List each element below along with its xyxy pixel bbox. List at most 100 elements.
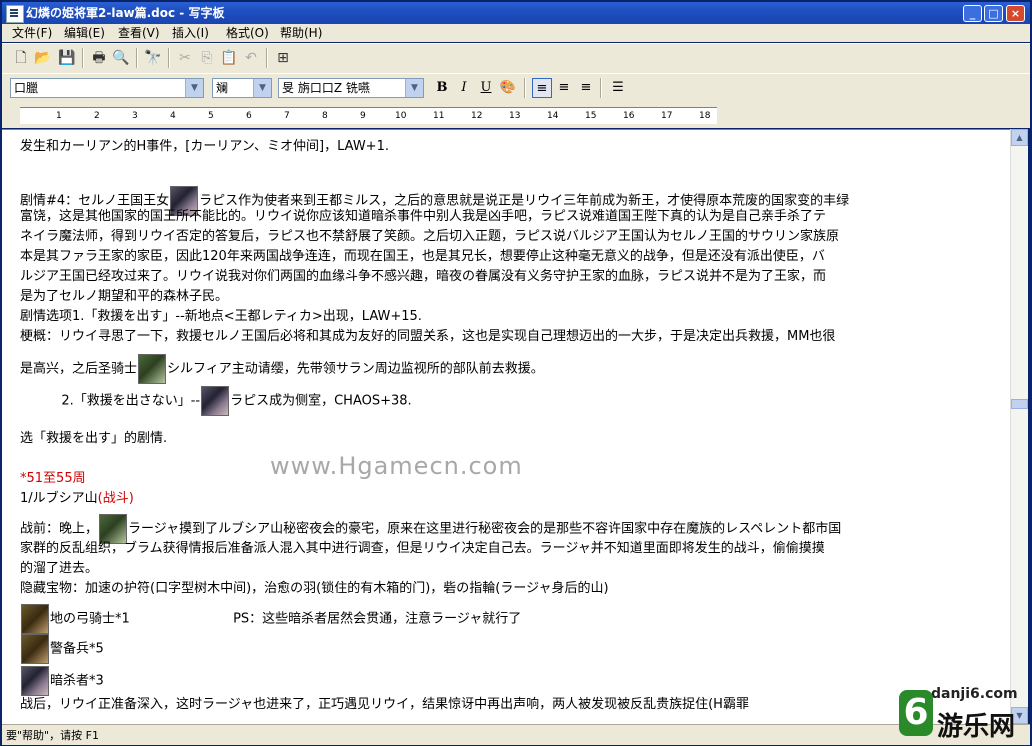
script-select[interactable]: 旻 旃口口Z 铣嚥 ▼ xyxy=(278,78,424,98)
line-text: 是高兴，之后圣骑士 xyxy=(20,361,138,377)
new-icon[interactable]: 🗋 xyxy=(10,47,32,69)
paste-icon[interactable]: 📋 xyxy=(218,47,240,69)
ruler-tick: 6 xyxy=(246,111,252,121)
menu-insert[interactable]: 插入(I) xyxy=(168,24,213,42)
doc-line: ルジア王国已经攻过来了。リウイ说我对你们两国的血缘斗争不感兴趣，暗夜の眷属没有义… xyxy=(20,269,827,284)
ruler-tick: 10 xyxy=(395,111,407,121)
watermark: www.Hgamecn.com xyxy=(270,452,523,480)
doc-line: 家群的反乱组织，ブラム获得情报后准备派人混入其中进行调查，但是リウイ决定自己去。… xyxy=(20,541,825,556)
doc-line: 警备兵*5 xyxy=(20,634,104,664)
ruler-tick: 5 xyxy=(208,111,214,121)
line-text: ラピス成为侧室，CHAOS+38. xyxy=(230,393,412,409)
size-value: 斓 xyxy=(216,81,229,95)
character-portrait-icon xyxy=(21,666,49,696)
doc-line: 选「救援を出す」的剧情. xyxy=(20,431,168,446)
minimize-button[interactable]: _ xyxy=(963,5,982,22)
status-bar: 要"帮助"，请按 F1 xyxy=(2,724,1030,745)
menu-file[interactable]: 文件(F) xyxy=(8,24,56,42)
doc-line: 隐藏宝物：加速の护符(口字型树木中间)，治愈の羽(锁住的有木箱的门)，砦の指輪(… xyxy=(20,581,609,596)
wordpad-icon xyxy=(6,5,24,23)
doc-line: ネイラ魔法师，得到リウイ否定的答复后，ラピス也不禁舒展了笑颜。之后切入正题，ラピ… xyxy=(20,229,840,244)
scroll-up-icon[interactable]: ▲ xyxy=(1011,129,1028,146)
ruler-tick: 14 xyxy=(547,111,559,121)
bullets-icon[interactable]: ☰ xyxy=(608,78,628,98)
toolbar-separator xyxy=(82,48,84,68)
menu-help[interactable]: 帮助(H) xyxy=(276,24,326,42)
site-logo: danji6.com 6 游乐网 xyxy=(893,684,1029,742)
ruler-tick: 18 xyxy=(699,111,711,121)
ruler-tick: 12 xyxy=(471,111,483,121)
line-text: 地の弓骑士*1 PS：这些暗杀者居然会贯通，注意ラージャ就行了 xyxy=(50,611,522,627)
doc-line: 的溜了进去。 xyxy=(20,561,99,576)
font-value: 口臘 xyxy=(14,81,39,95)
menu-edit[interactable]: 编辑(E) xyxy=(60,24,109,42)
document-area[interactable]: 发生和カーリアン的H事件，[カーリアン、ミオ仲间]，LAW+1. 剧情#4：セル… xyxy=(2,129,1010,725)
print-icon[interactable]: 🖶 xyxy=(88,47,110,69)
ruler-tick: 13 xyxy=(509,111,521,121)
toolbar-separator xyxy=(136,48,138,68)
menu-format[interactable]: 格式(O) xyxy=(222,24,273,42)
find-icon[interactable]: 🔭 xyxy=(142,47,164,69)
doc-line: 是高兴，之后圣骑士 シルフィア主动请缨，先带领サラン周边监视所的部队前去救援。 xyxy=(20,354,544,384)
align-center-icon[interactable]: ≡ xyxy=(554,78,574,98)
ruler-tick: 11 xyxy=(433,111,445,121)
align-left-icon[interactable]: ≡ xyxy=(532,78,552,98)
line-text: 1/ルブシア山 xyxy=(20,491,98,506)
doc-line: 地の弓骑士*1 PS：这些暗杀者居然会贯通，注意ラージャ就行了 xyxy=(20,604,521,634)
size-select[interactable]: 斓 ▼ xyxy=(212,78,272,98)
color-icon[interactable]: 🎨 xyxy=(498,78,518,98)
align-right-icon[interactable]: ≡ xyxy=(576,78,596,98)
ruler-tick: 16 xyxy=(623,111,635,121)
line-text: 暗杀者*3 xyxy=(50,673,104,689)
insert-object-icon[interactable]: ⊞ xyxy=(272,47,294,69)
doc-line: 1/ルブシア山(战斗) xyxy=(20,490,134,508)
undo-icon[interactable]: ↶ xyxy=(240,47,262,69)
copy-icon[interactable]: ⎘ xyxy=(196,47,218,69)
underline-button[interactable]: U xyxy=(476,78,496,98)
italic-button[interactable]: I xyxy=(454,78,474,98)
ruler-area: 1 2 3 4 5 6 7 8 9 10 11 12 13 14 15 16 1… xyxy=(2,102,1030,128)
line-text: シルフィア主动请缨，先带领サラン周边监视所的部队前去救援。 xyxy=(167,361,544,377)
open-icon[interactable]: 📂 xyxy=(32,47,54,69)
line-text: ラピス作为使者来到王都ミルス，之后的意思就是说正是リウイ三年前成为新王，才使得原… xyxy=(199,193,850,209)
vertical-scrollbar[interactable]: ▲ ▼ xyxy=(1010,129,1028,724)
doc-line: 富饶，这是其他国家的国王所不能比的。リウイ说你应该知道暗杀事件中别人我是凶手吧，… xyxy=(20,209,827,224)
character-portrait-icon xyxy=(21,604,49,634)
line-text: 警备兵*5 xyxy=(50,641,104,657)
doc-line: 发生和カーリアン的H事件，[カーリアン、ミオ仲间]，LAW+1. xyxy=(20,139,389,154)
scroll-thumb[interactable] xyxy=(1011,399,1028,409)
chevron-down-icon[interactable]: ▼ xyxy=(405,79,423,97)
close-button[interactable]: × xyxy=(1006,5,1025,22)
logo-url: danji6.com xyxy=(931,686,1018,702)
ruler-tick: 15 xyxy=(585,111,597,121)
line-text: ラージャ摸到了ルブシア山秘密夜会的豪宅，原来在这里进行秘密夜会的是那些不容许国家… xyxy=(128,521,842,537)
chevron-down-icon[interactable]: ▼ xyxy=(253,79,271,97)
maximize-button[interactable]: □ xyxy=(984,5,1003,22)
ruler-tick: 3 xyxy=(132,111,138,121)
print-preview-icon[interactable]: 🔍 xyxy=(110,47,132,69)
script-value: 旻 旃口口Z 铣嚥 xyxy=(282,81,370,95)
doc-line: 2.「救援を出さない」-- ラピス成为侧室，CHAOS+38. xyxy=(20,386,412,416)
toolbar-separator xyxy=(600,78,602,98)
menu-view[interactable]: 查看(V) xyxy=(114,24,164,42)
save-icon[interactable]: 💾 xyxy=(56,47,78,69)
font-select[interactable]: 口臘 ▼ xyxy=(10,78,204,98)
toolbar-separator xyxy=(266,48,268,68)
menu-bar: 文件(F) 编辑(E) 查看(V) 插入(I) 格式(O) 帮助(H) xyxy=(2,24,1030,42)
line-text: 剧情#4：セルノ王国王女 xyxy=(20,193,170,209)
standard-toolbar: 🗋 📂 💾 🖶 🔍 🔭 ✂ ⎘ 📋 ↶ ⊞ xyxy=(2,43,1030,74)
doc-line: 梗概：リウイ寻思了一下，救援セルノ王国后必将和其成为友好的同盟关系，这也是实现自… xyxy=(20,329,836,344)
logo-name: 游乐网 xyxy=(937,712,1016,742)
logo-mark: 6 xyxy=(899,690,933,736)
title-bar[interactable]: 幻燐の姫将軍2-law篇.doc - 写字板 _ □ × xyxy=(2,2,1030,24)
format-bar: 口臘 ▼ 斓 ▼ 旻 旃口口Z 铣嚥 ▼ B I U 🎨 ≡ ≡ ≡ ☰ xyxy=(2,73,1030,103)
cut-icon[interactable]: ✂ xyxy=(174,47,196,69)
line-text: 战前：晚上， xyxy=(20,521,99,537)
bold-button[interactable]: B xyxy=(432,78,452,98)
ruler-tick: 17 xyxy=(661,111,673,121)
toolbar-separator xyxy=(168,48,170,68)
window-title: 幻燐の姫将軍2-law篇.doc - 写字板 xyxy=(26,6,225,20)
ruler[interactable]: 1 2 3 4 5 6 7 8 9 10 11 12 13 14 15 16 1… xyxy=(20,107,717,124)
ruler-tick: 1 xyxy=(56,111,62,121)
chevron-down-icon[interactable]: ▼ xyxy=(185,79,203,97)
